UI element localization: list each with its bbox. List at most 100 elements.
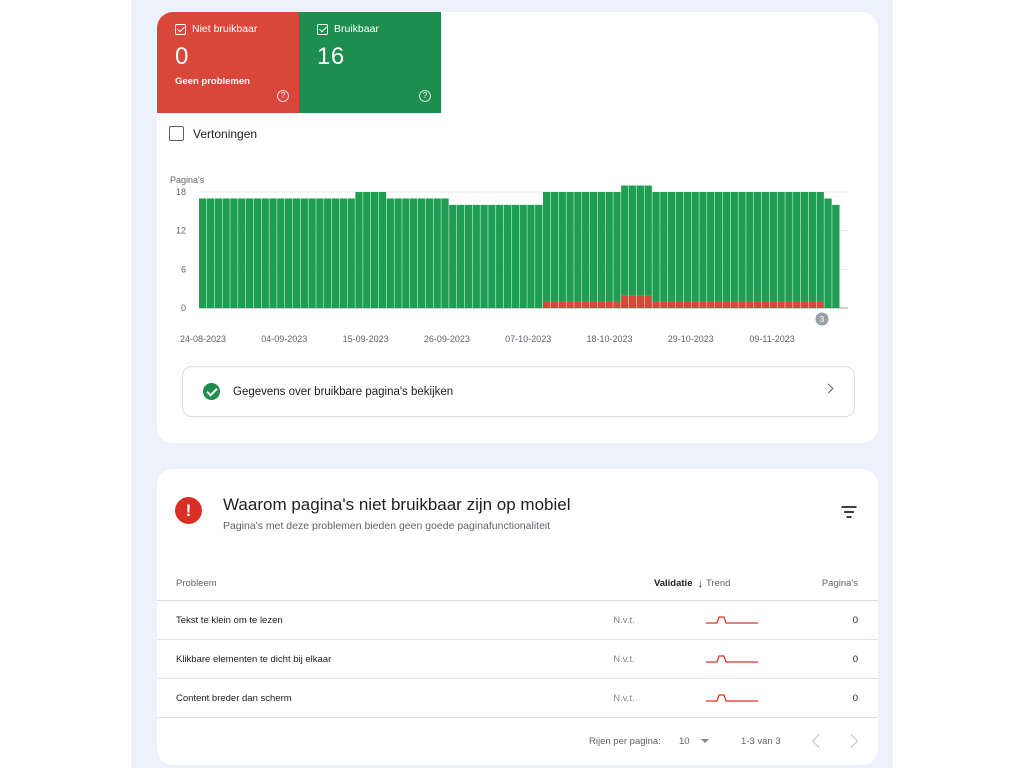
bar-not-usable bbox=[574, 301, 582, 308]
table-pagination: Rijen per pagina: 10 1-3 van 3 bbox=[157, 729, 878, 753]
bar-usable bbox=[769, 192, 777, 302]
bar-usable bbox=[449, 204, 457, 308]
column-header-validation[interactable]: Validatie ↓ bbox=[603, 567, 703, 600]
bar-usable bbox=[347, 198, 355, 308]
not-usable-tile[interactable]: Niet bruikbaar 0 Geen problemen ? bbox=[157, 12, 299, 113]
bar-usable bbox=[793, 192, 801, 302]
bar-usable bbox=[550, 192, 559, 302]
bar-usable bbox=[269, 198, 277, 308]
rows-per-page-select[interactable]: 10 bbox=[679, 729, 709, 753]
bar-usable bbox=[230, 198, 238, 308]
usable-count: 16 bbox=[317, 43, 345, 70]
bar-not-usable bbox=[605, 301, 613, 308]
previous-page-button[interactable] bbox=[811, 729, 827, 753]
bar-not-usable bbox=[761, 301, 770, 308]
bar-usable bbox=[433, 198, 441, 308]
bar-usable bbox=[574, 192, 582, 302]
filter-icon[interactable] bbox=[841, 506, 856, 518]
bar-not-usable bbox=[589, 301, 598, 308]
x-tick-label: 29-10-2023 bbox=[668, 334, 714, 344]
next-page-button[interactable] bbox=[843, 729, 859, 753]
bar-usable bbox=[378, 192, 387, 308]
bar-not-usable bbox=[754, 301, 762, 308]
x-tick-label: 07-10-2023 bbox=[505, 334, 551, 344]
pages-count: 0 bbox=[852, 614, 858, 626]
bar-usable bbox=[261, 198, 269, 308]
bar-usable bbox=[496, 204, 504, 308]
bar-usable bbox=[754, 192, 762, 302]
chevron-left-icon bbox=[811, 733, 827, 749]
error-icon: ! bbox=[175, 497, 202, 524]
help-icon[interactable]: ? bbox=[277, 90, 289, 102]
bar-not-usable bbox=[628, 295, 637, 308]
column-header-validation-label: Validatie bbox=[653, 578, 693, 589]
bar-usable bbox=[816, 192, 824, 302]
impressions-label: Vertoningen bbox=[193, 126, 258, 141]
impressions-toggle[interactable]: Vertoningen bbox=[169, 126, 257, 141]
pages-bar-chart: Pagina's 0 6 12 18 24-08-2023 04-09-2023 15-09-… bbox=[170, 175, 848, 344]
checkbox-checked-icon[interactable] bbox=[175, 23, 186, 35]
bar-usable bbox=[370, 192, 379, 308]
trend-sparkline bbox=[706, 679, 786, 717]
column-header-problem[interactable]: Probleem bbox=[176, 567, 217, 600]
bar-usable bbox=[206, 198, 215, 308]
bar-usable bbox=[363, 192, 371, 308]
bar-usable bbox=[738, 192, 746, 302]
pagination-range: 1-3 van 3 bbox=[741, 735, 781, 747]
bar-not-usable bbox=[644, 295, 652, 308]
bar-usable bbox=[832, 204, 840, 308]
bar-not-usable bbox=[816, 301, 824, 308]
problem-name: Content breder dan scherm bbox=[176, 692, 292, 704]
bar-not-usable bbox=[808, 301, 817, 308]
bar-usable bbox=[542, 192, 551, 302]
table-row[interactable]: Tekst te klein om te lezen N.v.t. 0 bbox=[157, 601, 878, 640]
validation-status: N.v.t. bbox=[613, 614, 635, 626]
bar-usable bbox=[199, 198, 207, 308]
bar-usable bbox=[339, 198, 348, 308]
bar-usable bbox=[652, 192, 660, 302]
bar-not-usable bbox=[800, 301, 809, 308]
bar-usable bbox=[636, 185, 645, 296]
bar-not-usable bbox=[722, 301, 731, 308]
bar-usable bbox=[456, 204, 465, 308]
table-row[interactable]: Klikbare elementen te dicht bij elkaar N.… bbox=[157, 640, 878, 679]
bar-not-usable bbox=[660, 301, 668, 308]
not-usable-count: 0 bbox=[175, 43, 189, 70]
bar-usable bbox=[714, 192, 723, 302]
bar-not-usable bbox=[707, 301, 715, 308]
bar-usable bbox=[558, 192, 566, 302]
bar-usable bbox=[761, 192, 770, 302]
help-icon[interactable]: ? bbox=[419, 90, 431, 102]
bar-usable bbox=[253, 198, 262, 308]
bar-usable bbox=[331, 198, 340, 308]
checkbox-unchecked-icon[interactable] bbox=[169, 126, 184, 141]
bar-usable bbox=[410, 198, 418, 308]
bar-not-usable bbox=[738, 301, 746, 308]
bar-usable bbox=[605, 192, 613, 302]
bar-usable bbox=[277, 198, 285, 308]
bar-usable bbox=[621, 185, 629, 296]
pages-count: 0 bbox=[852, 653, 858, 665]
usable-tile[interactable]: Bruikbaar 16 ? bbox=[299, 12, 441, 113]
problem-name: Tekst te klein om te lezen bbox=[176, 614, 283, 626]
table-row[interactable]: Content breder dan scherm N.v.t. 0 bbox=[157, 679, 878, 718]
bar-usable bbox=[480, 204, 488, 308]
bar-usable bbox=[824, 198, 832, 308]
bar-usable bbox=[488, 204, 496, 308]
checkbox-checked-icon[interactable] bbox=[317, 23, 328, 35]
validation-status: N.v.t. bbox=[613, 653, 635, 665]
bar-not-usable bbox=[582, 301, 590, 308]
bar-usable bbox=[730, 192, 738, 302]
not-usable-label: Niet bruikbaar bbox=[192, 23, 258, 35]
bar-not-usable bbox=[668, 301, 676, 308]
column-header-pages[interactable]: Pagina's bbox=[798, 567, 858, 600]
bar-usable bbox=[808, 192, 817, 302]
column-header-trend: Trend bbox=[706, 578, 731, 589]
bar-usable bbox=[683, 192, 691, 302]
bar-usable bbox=[777, 192, 785, 302]
bar-usable bbox=[511, 204, 519, 308]
bar-not-usable bbox=[730, 301, 738, 308]
usable-pages-details-link[interactable]: Gegevens over bruikbare pagina's bekijke… bbox=[182, 366, 855, 417]
pages-count: 0 bbox=[852, 692, 858, 704]
bar-not-usable bbox=[636, 295, 645, 308]
